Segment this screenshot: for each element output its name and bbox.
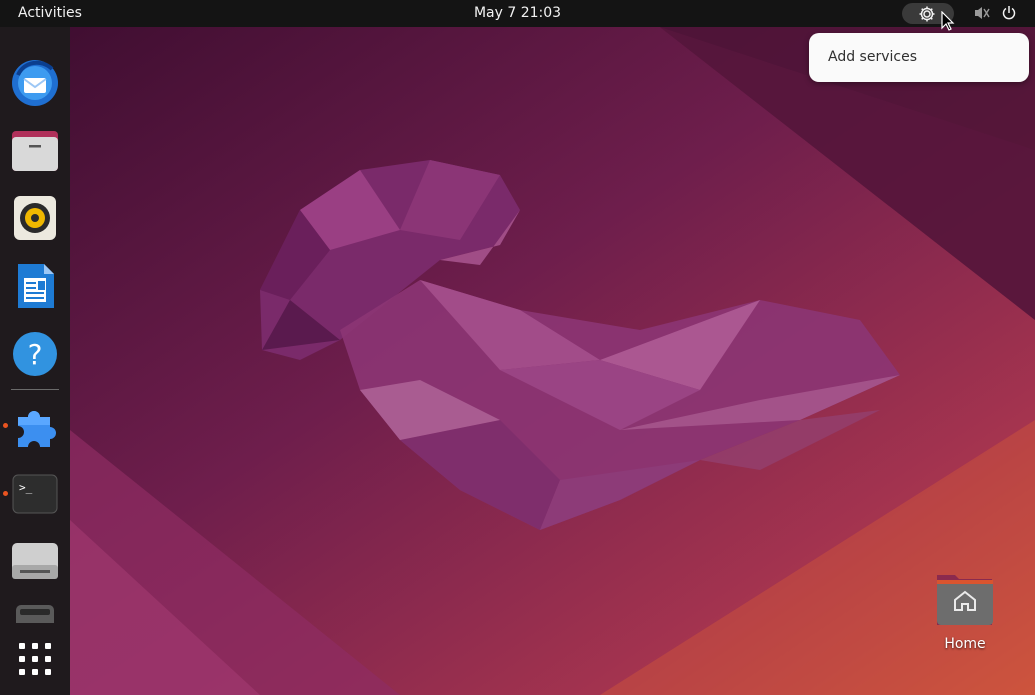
dock-disk[interactable]: [10, 537, 60, 587]
dock-help[interactable]: ?: [10, 329, 60, 379]
gear-icon: [919, 6, 935, 22]
dock-rhythmbox[interactable]: [10, 193, 60, 243]
app-grid-icon: [19, 643, 51, 675]
status-popup-menu: Add services: [809, 33, 1029, 82]
dock-thunderbird[interactable]: [10, 57, 60, 107]
dock-terminal[interactable]: >_: [10, 469, 60, 519]
home-folder-icon: [937, 575, 993, 625]
puzzle-icon: [18, 411, 56, 447]
thunderbird-icon: [12, 60, 58, 106]
show-applications-button[interactable]: [10, 634, 60, 684]
dock-extensions[interactable]: [10, 401, 60, 451]
clock-container: May 7 21:03: [0, 5, 1035, 21]
desktop-home-item[interactable]: Home: [930, 570, 1000, 660]
dock-files[interactable]: [10, 125, 60, 175]
clock-button[interactable]: May 7 21:03: [474, 5, 561, 21]
dock: ? >_: [0, 27, 70, 695]
running-indicator: [3, 491, 8, 496]
help-icon: ?: [13, 332, 57, 376]
svg-text:>_: >_: [19, 481, 33, 494]
writer-icon: [18, 264, 54, 308]
activities-button[interactable]: Activities: [18, 5, 82, 21]
terminal-icon: >_: [12, 474, 58, 514]
mouse-cursor: [941, 11, 955, 31]
add-services-menu-item[interactable]: Add services: [828, 49, 917, 65]
volume-muted-icon[interactable]: [973, 5, 991, 21]
desktop-wallpaper: [0, 0, 1035, 695]
svg-text:?: ?: [28, 338, 43, 371]
home-label: Home: [944, 636, 986, 652]
rhythmbox-icon: [14, 196, 56, 240]
usb-drive-icon: [16, 605, 54, 623]
top-bar: Activities May 7 21:03: [0, 0, 1035, 27]
dock-writer[interactable]: [10, 261, 60, 311]
files-icon: [12, 131, 58, 171]
power-icon[interactable]: [1001, 5, 1017, 21]
dock-removable-drive[interactable]: [10, 601, 60, 623]
running-indicator: [3, 423, 8, 428]
dock-separator: [11, 389, 59, 390]
drive-icon: [12, 543, 58, 579]
